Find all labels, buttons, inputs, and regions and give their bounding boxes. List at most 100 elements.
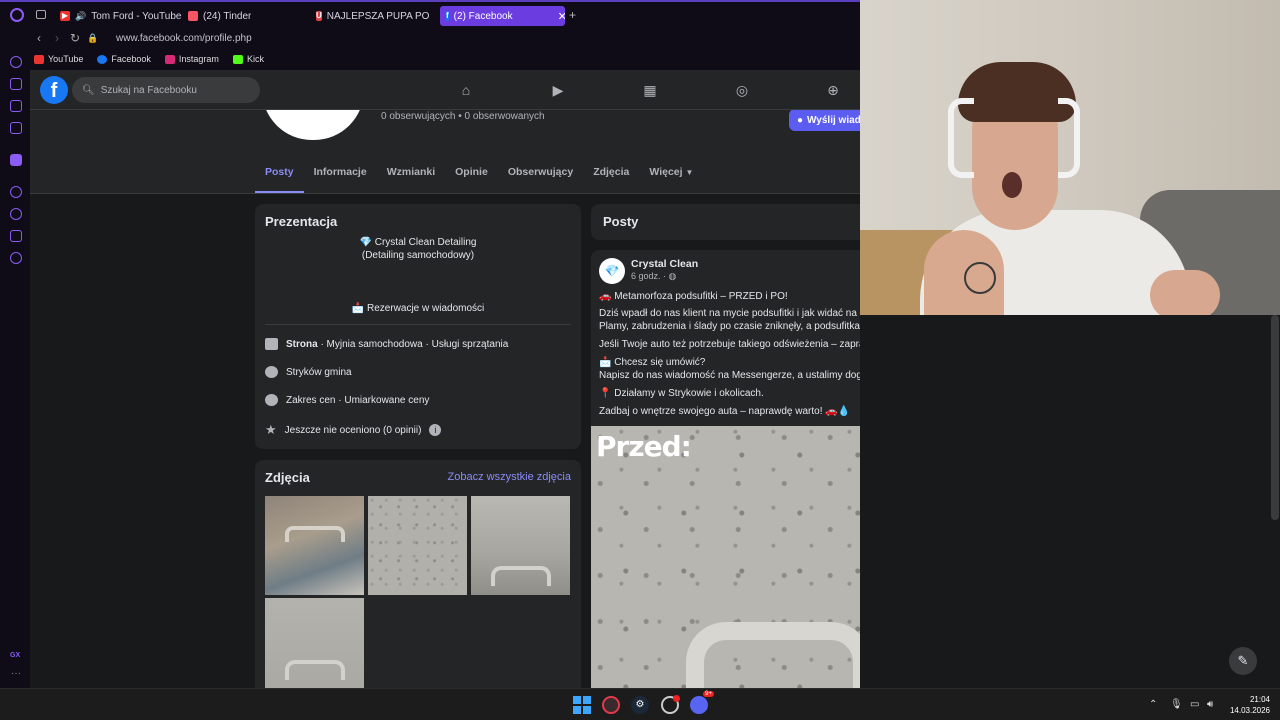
discord-icon[interactable]: 9+ [690,691,714,714]
settings-icon[interactable] [10,252,22,264]
bookmark-label: Instagram [178,54,219,64]
photo-thumbnail[interactable] [265,598,364,688]
bookmark-kick[interactable]: Kick [232,54,264,64]
new-message-button[interactable]: ✎ [1229,647,1257,675]
bookmark-instagram[interactable]: Instagram [164,54,219,64]
tray-expand-icon[interactable]: ⌃ [1149,699,1157,710]
tab-youtube[interactable]: ▶ 🔊 Tom Ford - YouTube [60,6,181,26]
steam-icon[interactable]: ⚙ [631,696,649,714]
refresh-circle-icon[interactable] [10,56,22,68]
page-type-rest: · Myjnia samochodowa · Usługi sprzątania [317,338,509,350]
close-tab-icon[interactable]: ✕ [558,10,565,23]
tab-posty[interactable]: Posty [255,157,304,193]
bio-line: (Detailing samochodowy) [361,250,475,261]
tab-wzmianki[interactable]: Wzmianki [377,157,445,193]
tab-najlepsza[interactable]: U NAJLEPSZA PUPA POLSK [316,6,430,26]
intro-price: Zakres cen · Umiarkowane ceny [265,394,429,406]
gaming-icon[interactable]: ⊕ [823,80,843,100]
system-clock[interactable]: 21:04 14.03.2026 [1226,694,1270,716]
tab-tinder[interactable]: (24) Tinder [188,6,251,26]
rating-text: Jeszcze nie oceniono (0 opinii) [284,424,422,436]
windows-start-icon[interactable] [573,696,591,714]
url-field[interactable]: www.facebook.com/profile.php [116,33,252,44]
tab-obserwujacy[interactable]: Obserwujący [498,157,583,193]
photo-thumbnail[interactable] [265,496,364,595]
tab-zdjecia[interactable]: Zdjęcia [583,157,639,193]
tab-informacje[interactable]: Informacje [304,157,377,193]
price-icon [265,394,278,406]
caret-down-icon: ▼ [685,168,694,177]
search-placeholder: Szukaj na Facebooku [100,84,197,96]
browser-tab-bar: ▶ 🔊 Tom Ford - YouTube (24) Tinder U NAJ… [0,0,860,28]
info-icon[interactable]: i [429,424,442,436]
tab-wiecej[interactable]: Więcej ▼ [639,157,703,193]
extensions-icon[interactable] [10,230,22,242]
app-icon[interactable] [661,695,680,714]
post-time[interactable]: 6 godz. · ◍ [631,271,676,282]
microphone-icon[interactable]: 🎙︎ [1170,699,1183,710]
post-author[interactable]: Crystal Clean [631,258,698,270]
screen: ▶ 🔊 Tom Ford - YouTube (24) Tinder U NAJ… [0,0,1280,720]
tab-label: (24) Tinder [203,10,252,22]
photos-card: Zdjęcia Zobacz wszystkie zdjęcia [255,460,581,688]
tab-opinie[interactable]: Opinie [445,157,498,193]
opera-gx-taskbar-icon[interactable] [602,696,620,714]
headphones-shape [1058,98,1080,178]
messenger-icon[interactable] [10,100,22,112]
price-text: Zakres cen · Umiarkowane ceny [286,394,430,406]
more-icon[interactable]: ··· [11,668,21,679]
clock-time: 21:04 [1249,695,1270,704]
bookmark-label: YouTube [48,54,84,64]
intro-page-type: Strona · Myjnia samochodowa · Usługi spr… [265,338,508,350]
tab-overview-icon[interactable] [36,10,46,19]
followers-count[interactable]: 0 obserwujących • 0 obserwowanych [381,111,545,122]
photos-title: Zdjęcia [265,470,310,485]
reload-icon[interactable]: ↻ [66,31,84,45]
facebook-logo-icon[interactable]: f [40,76,68,104]
divider [265,324,571,325]
page-type-text: Strona · Myjnia samochodowa · Usługi spr… [286,339,508,350]
new-tab-button[interactable]: + [569,8,576,22]
bookmark-youtube[interactable]: YouTube [34,54,83,64]
forward-icon[interactable]: › [48,31,66,45]
video-icon[interactable]: ▶ [548,80,568,100]
scrollbar[interactable] [1271,315,1279,520]
photo-thumbnail[interactable] [368,496,467,595]
send-message-button[interactable]: ● Wyślij wiad [789,110,860,131]
groups-icon[interactable]: ◎ [732,80,752,100]
profile-avatar[interactable] [262,110,364,140]
search-input[interactable]: 🔍︎ Szukaj na Facebooku [72,77,260,103]
gx-label[interactable]: GX [10,652,20,659]
post-photo[interactable]: Przed: [591,426,860,688]
gx-control-icon[interactable] [10,78,22,90]
display-icon[interactable]: ▭ [1190,699,1199,710]
flag-icon [265,338,278,350]
divider [30,193,860,194]
player-icon[interactable] [10,186,22,198]
post-text-line: 📩 Chcesz się umówić? [599,357,706,368]
m-app-icon[interactable] [10,122,22,134]
globe-icon: ◍ [668,271,677,281]
opera-gx-logo-icon[interactable] [10,8,24,22]
bookmarks-bar: YouTube Facebook Instagram Kick [30,48,860,70]
page-right-area [1045,315,1280,688]
tab-facebook[interactable]: f (2) Facebook ✕ [440,6,565,26]
bookmark-label: Kick [246,54,264,64]
home-icon[interactable]: ⌂ [456,80,476,100]
marketplace-icon[interactable]: ▦ [640,80,660,100]
photo-thumbnail[interactable] [471,496,570,595]
see-all-photos-link[interactable]: Zobacz wszystkie zdjęcia [448,471,572,483]
speaker-icon[interactable]: 🔊 [75,11,86,22]
history-icon[interactable] [10,208,22,220]
location-text[interactable]: Stryków gmina [286,367,352,378]
flower-tattoo-shape [964,262,996,294]
facebook-header: f 🔍︎ Szukaj na Facebooku ⌂ ▶ ▦ ◎ ⊕ [30,70,860,110]
author-avatar[interactable]: 💎 [599,258,625,284]
twitch-icon[interactable] [10,154,22,166]
back-icon[interactable]: ‹ [30,31,48,45]
u-icon: U [316,11,322,21]
send-message-label: Wyślij wiad [807,114,860,126]
location-pin-icon [265,366,278,378]
bookmark-facebook[interactable]: Facebook [97,54,151,64]
speaker-icon[interactable]: 🔊︎ [1207,699,1213,710]
